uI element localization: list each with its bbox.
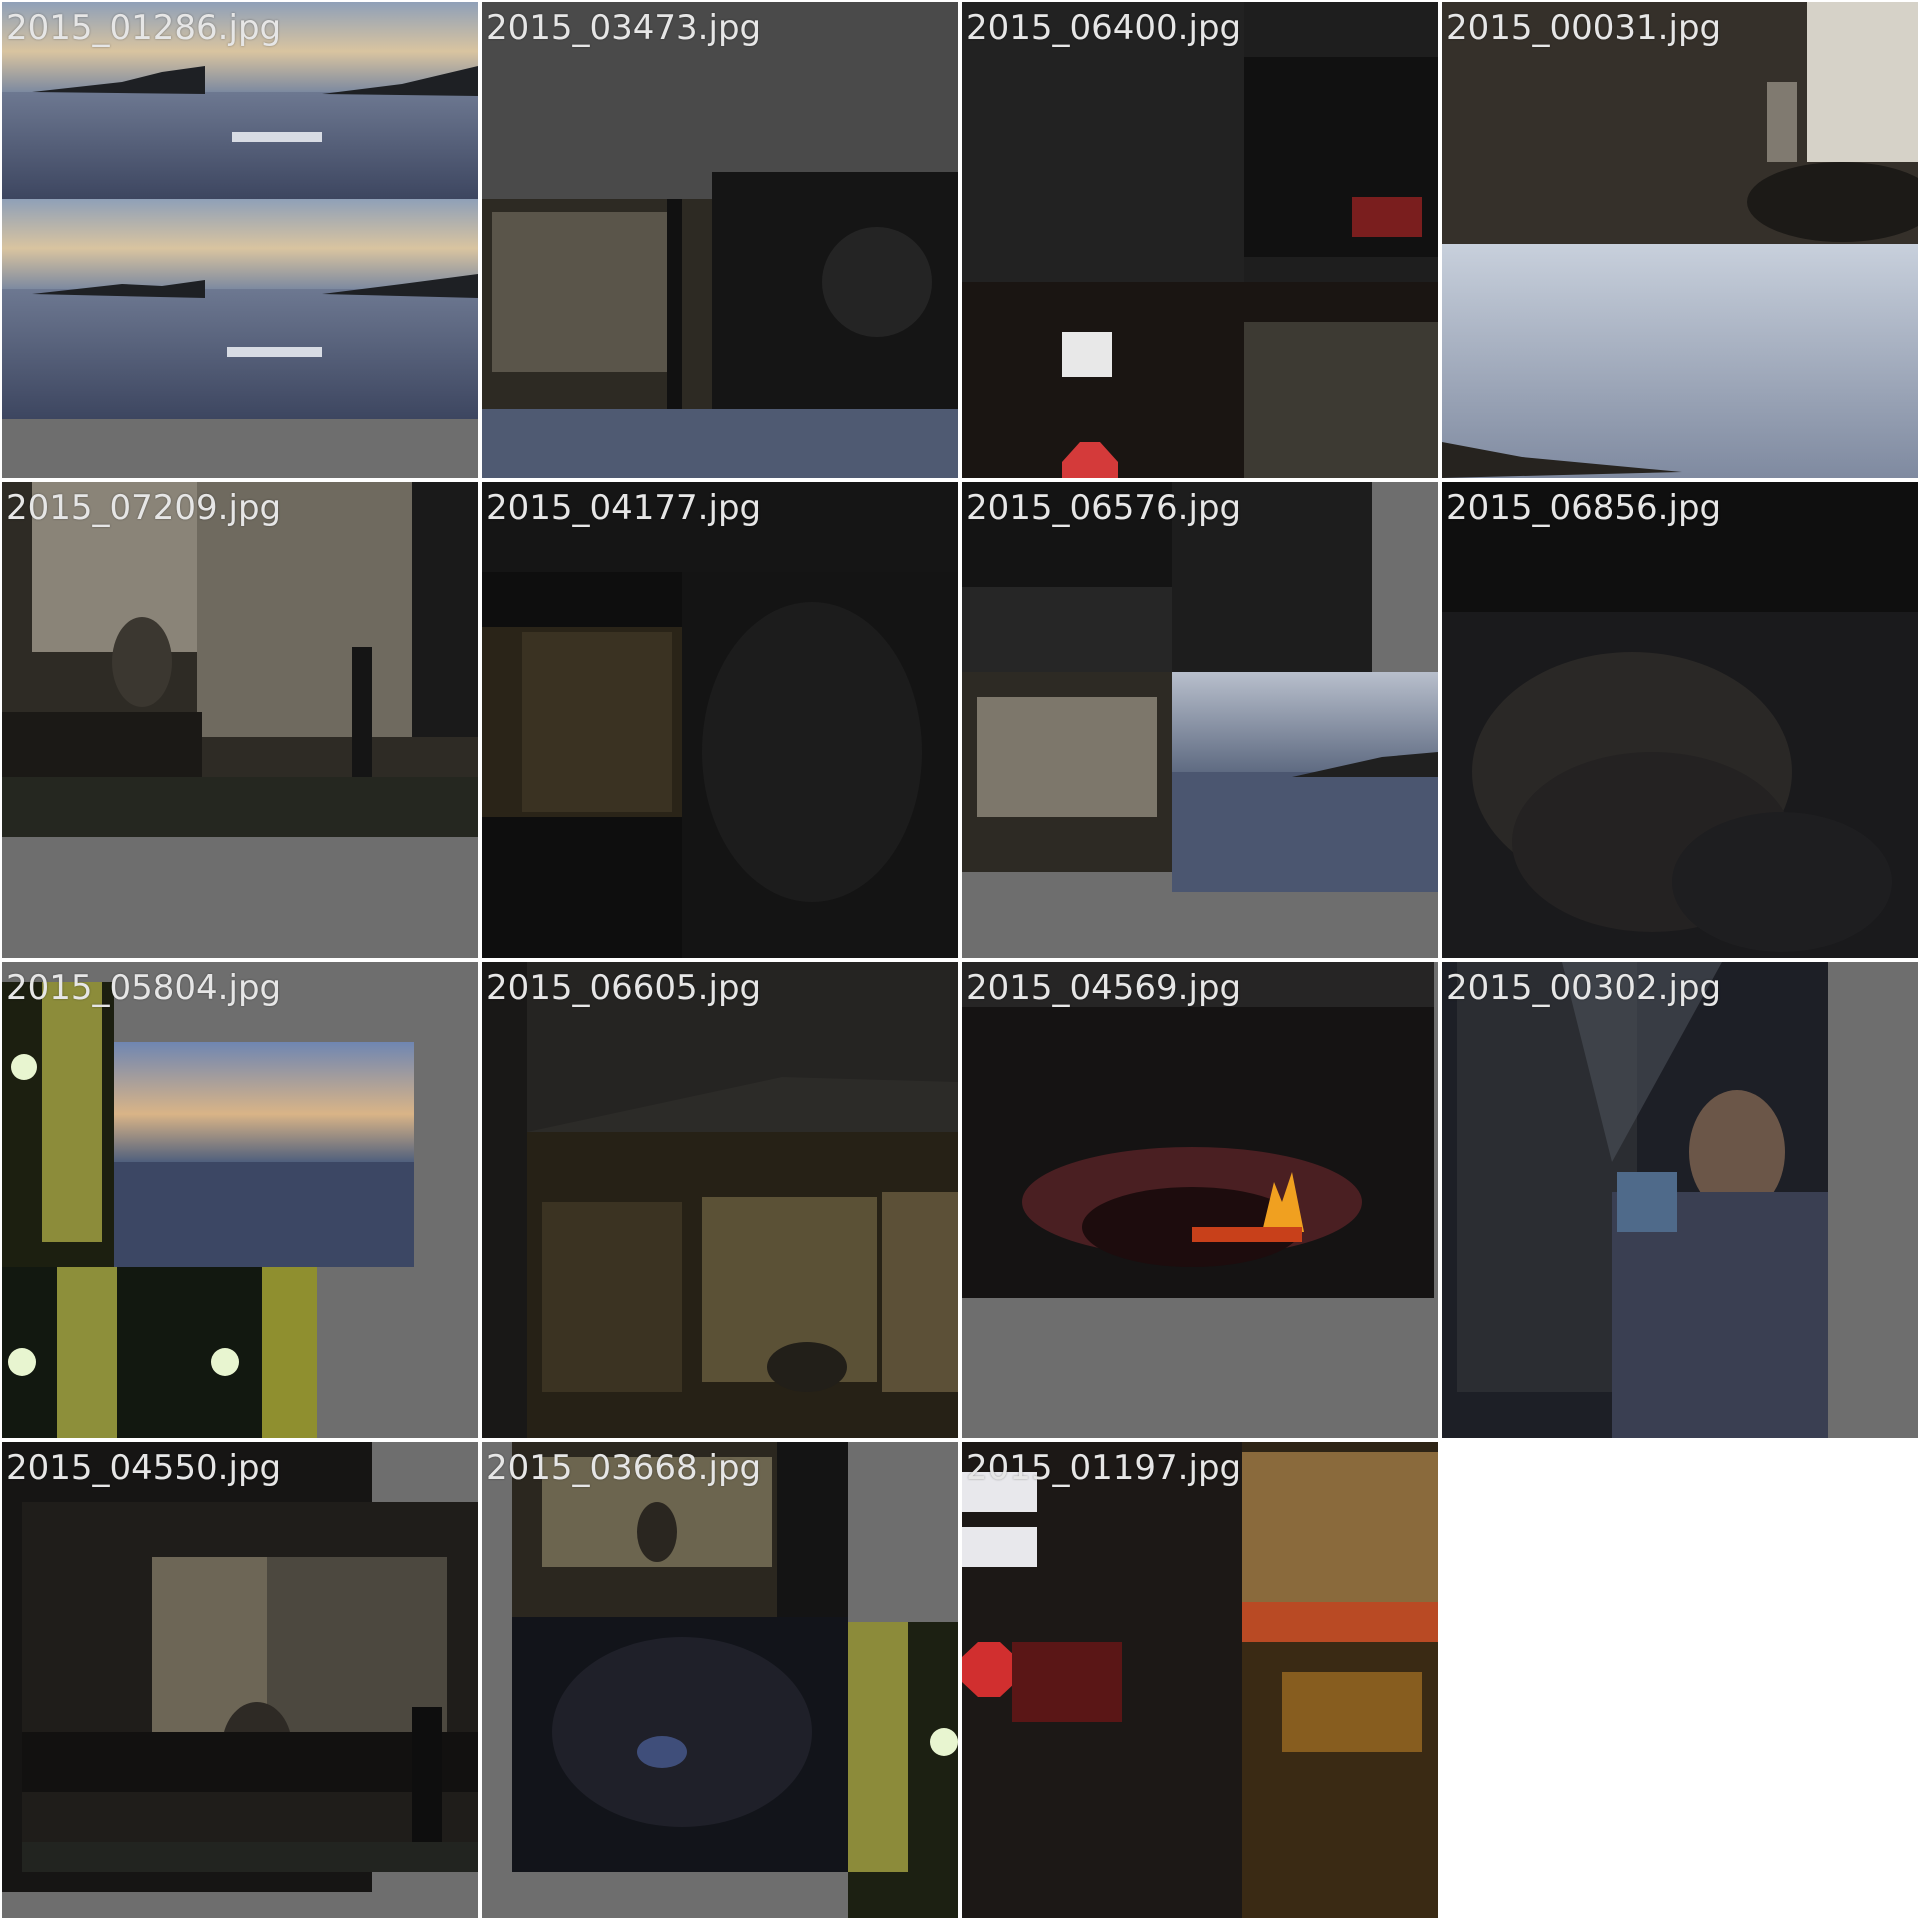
thumbnail-filename: 2015_04569.jpg (966, 968, 1242, 1008)
thumbnail-card[interactable]: 2015_03668.jpg (482, 1442, 958, 1918)
thumbnail-image (962, 962, 1438, 1438)
thumbnail-filename: 2015_00302.jpg (1446, 968, 1722, 1008)
thumbnail-card[interactable]: 2015_04569.jpg (962, 962, 1438, 1438)
thumbnail-image (482, 962, 958, 1438)
thumbnail-filename: 2015_03473.jpg (486, 8, 762, 48)
thumbnail-card[interactable]: 2015_06605.jpg (482, 962, 958, 1438)
thumbnail-image (2, 482, 478, 958)
thumbnail-card[interactable]: 2015_05804.jpg (2, 962, 478, 1438)
thumbnail-card[interactable]: 2015_03473.jpg (482, 2, 958, 478)
thumbnail-filename: 2015_04177.jpg (486, 488, 762, 528)
thumbnail-card[interactable]: 2015_06400.jpg (962, 2, 1438, 478)
thumbnail-image (1442, 482, 1918, 958)
thumbnail-filename: 2015_06400.jpg (966, 8, 1242, 48)
thumbnail-grid: 2015_01286.jpg 2015_03473.jpg 2015_06400… (0, 0, 1920, 1920)
thumbnail-filename: 2015_05804.jpg (6, 968, 282, 1008)
thumbnail-card[interactable]: 2015_06856.jpg (1442, 482, 1918, 958)
thumbnail-card[interactable]: 2015_04550.jpg (2, 1442, 478, 1918)
thumbnail-filename: 2015_03668.jpg (486, 1448, 762, 1488)
thumbnail-filename: 2015_06605.jpg (486, 968, 762, 1008)
thumbnail-image (482, 2, 958, 478)
thumbnail-card[interactable]: 2015_00302.jpg (1442, 962, 1918, 1438)
thumbnail-card[interactable]: 2015_04177.jpg (482, 482, 958, 958)
thumbnail-image (1442, 2, 1918, 478)
thumbnail-card[interactable]: 2015_00031.jpg (1442, 2, 1918, 478)
thumbnail-image (2, 2, 478, 478)
thumbnail-filename: 2015_06856.jpg (1446, 488, 1722, 528)
thumbnail-card[interactable]: 2015_07209.jpg (2, 482, 478, 958)
thumbnail-card[interactable]: 2015_06576.jpg (962, 482, 1438, 958)
thumbnail-image (2, 1442, 478, 1918)
thumbnail-image (482, 1442, 958, 1918)
thumbnail-image (962, 1442, 1438, 1918)
thumbnail-image (1442, 962, 1918, 1438)
thumbnail-card[interactable]: 2015_01286.jpg (2, 2, 478, 478)
thumbnail-image (962, 482, 1438, 958)
thumbnail-image (962, 2, 1438, 478)
thumbnail-card[interactable]: 2015_01197.jpg (962, 1442, 1438, 1918)
thumbnail-filename: 2015_01197.jpg (966, 1448, 1242, 1488)
thumbnail-image (482, 482, 958, 958)
empty-grid-slot (1442, 1442, 1918, 1918)
thumbnail-image (2, 962, 478, 1438)
thumbnail-filename: 2015_00031.jpg (1446, 8, 1722, 48)
thumbnail-filename: 2015_07209.jpg (6, 488, 282, 528)
thumbnail-filename: 2015_04550.jpg (6, 1448, 282, 1488)
thumbnail-filename: 2015_01286.jpg (6, 8, 282, 48)
thumbnail-filename: 2015_06576.jpg (966, 488, 1242, 528)
